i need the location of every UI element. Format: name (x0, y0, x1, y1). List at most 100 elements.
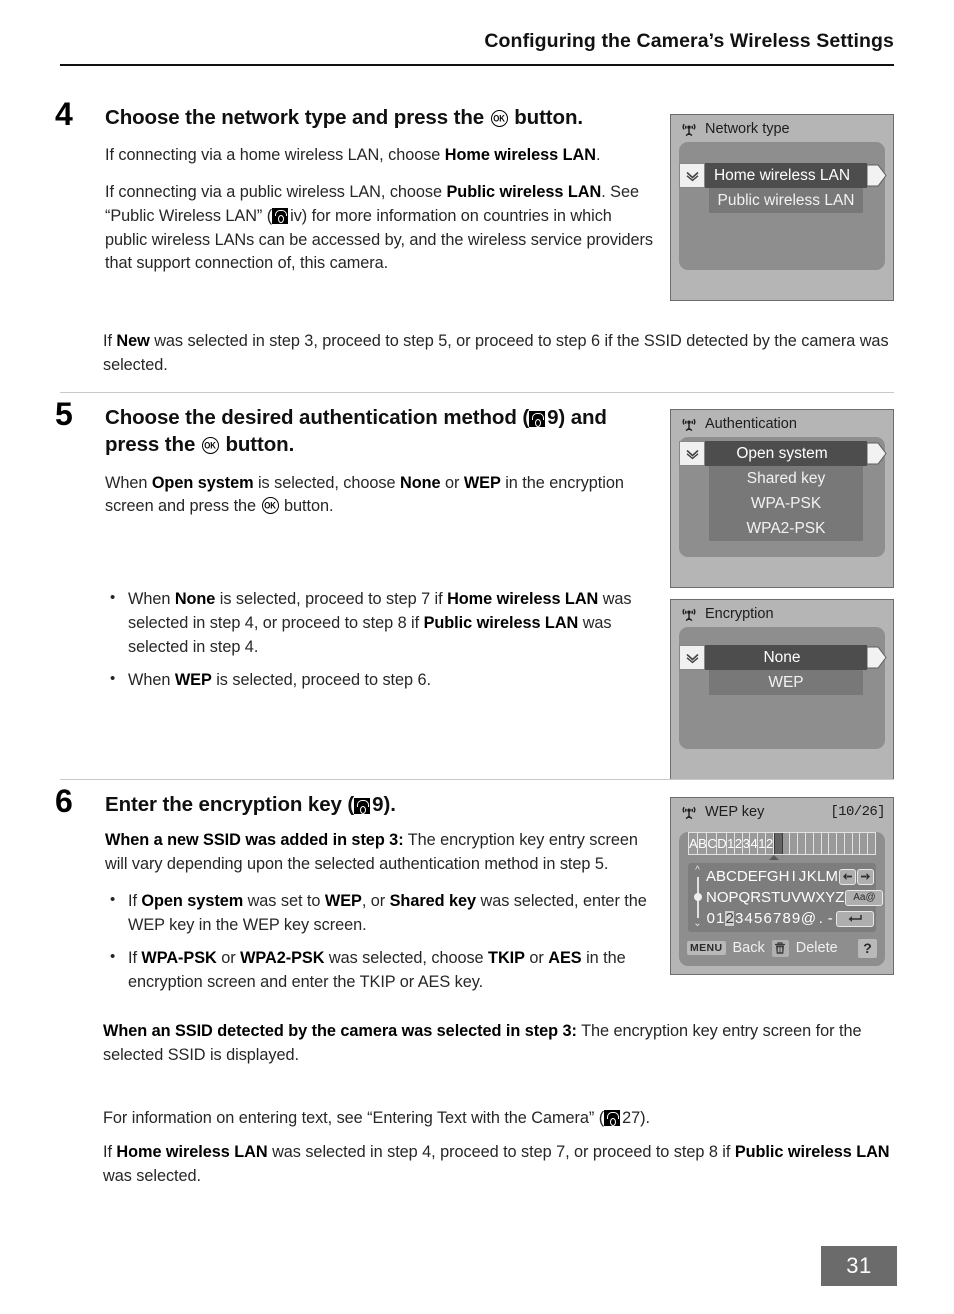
step-6-paragraph-3: For information on entering text, see “E… (103, 1107, 898, 1131)
keyboard-key-L[interactable]: L (817, 869, 826, 884)
keyboard-key-H[interactable]: H (779, 869, 790, 884)
trash-icon[interactable] (771, 939, 789, 957)
keyboard-key-Y[interactable]: Y (825, 890, 835, 905)
keyboard-key-C[interactable]: C (726, 869, 737, 884)
s6ta: Enter the encryption key ( (105, 793, 355, 816)
keyboard-key-P[interactable]: P (729, 890, 739, 905)
scroll-down-icon[interactable]: ⌄ (693, 919, 701, 929)
chevron-right-icon (867, 163, 887, 188)
step-6-number: 6 (55, 783, 73, 819)
step-5-title: Choose the desired authentication method… (105, 404, 655, 459)
s6p4e: was selected. (103, 1166, 201, 1185)
scroll-track[interactable] (693, 877, 702, 918)
s6p3ref: 27 (622, 1109, 641, 1127)
menu-button-chip[interactable]: MENU (687, 940, 726, 956)
wep-key-cell (837, 833, 845, 854)
step-5: 5 Choose the desired authentication meth… (55, 398, 655, 520)
keyboard-key-2[interactable]: 2 (724, 911, 735, 926)
wep-key-cell: 2 (766, 833, 774, 854)
keyboard-key-J[interactable]: J (798, 869, 807, 884)
help-button[interactable]: ? (858, 938, 877, 958)
keyboard-key-Q[interactable]: Q (739, 890, 751, 905)
s6b1e: , or (361, 891, 390, 910)
lcd-screen-authentication: Authentication Open system Shared key WP… (670, 409, 894, 588)
keyboard-key-@[interactable]: @ (801, 911, 816, 926)
wep-key-title: WEP key (705, 804, 765, 820)
wep-key-cell (860, 833, 869, 854)
keyboard-key-O[interactable]: O (717, 890, 729, 905)
menu-item-wpa2-psk[interactable]: WPA2-PSK (709, 516, 863, 541)
enter-key-icon[interactable] (836, 910, 875, 927)
keyboard-key-E[interactable]: E (748, 869, 758, 884)
s6b1a: If (128, 891, 142, 910)
keyboard-key-T[interactable]: T (771, 890, 780, 905)
wep-key-input[interactable]: ABCD123412 (688, 832, 876, 855)
reference-book-icon (354, 798, 371, 814)
keyboard-key-D[interactable]: D (737, 869, 748, 884)
keyboard-key-N[interactable]: N (706, 890, 717, 905)
keyboard-key-I[interactable]: I (789, 869, 798, 884)
keyboard-key-4[interactable]: 4 (744, 911, 753, 926)
s6p4c: was selected in step 4, proceed to step … (267, 1143, 735, 1161)
s6b2e: was selected, choose (324, 949, 489, 968)
keyboard-key-8[interactable]: 8 (782, 911, 791, 926)
keyboard-key-V[interactable]: V (791, 890, 801, 905)
keyboard-key-Z[interactable]: Z (835, 890, 844, 905)
menu-item-wep[interactable]: WEP (709, 670, 863, 695)
keyboard-key-W[interactable]: W (801, 890, 815, 905)
wep-key-cell (868, 833, 875, 854)
authentication-menu: Open system Shared key WPA-PSK WPA2-PSK (679, 437, 887, 541)
keyboard-key-G[interactable]: G (767, 869, 779, 884)
step-5-bullets: When None is selected, proceed to step 7… (105, 587, 655, 693)
keyboard-key-M[interactable]: M (826, 869, 839, 884)
keyboard-row-letters-2: N O P Q R S T U V W X Y Z Aa@ (690, 887, 884, 908)
step-4-title-part-b: button. (508, 106, 583, 129)
wireless-antenna-icon (680, 606, 698, 622)
keyboard-key-0[interactable]: 0 (706, 911, 715, 926)
scroll-up-icon[interactable]: ^ (695, 866, 700, 876)
cursor-left-icon[interactable] (839, 868, 856, 885)
s5b2a: When (128, 671, 175, 690)
keyboard-key-K[interactable]: K (807, 869, 817, 884)
s5p1e: or (440, 473, 464, 492)
delete-label[interactable]: Delete (796, 940, 838, 956)
network-type-title-bar: Network type (671, 115, 893, 142)
keyboard-key-9[interactable]: 9 (791, 911, 800, 926)
keyboard-key-B[interactable]: B (716, 869, 726, 884)
keyboard-key-7[interactable]: 7 (772, 911, 781, 926)
keyboard-key-U[interactable]: U (780, 890, 791, 905)
step-5-bullet-1: When None is selected, proceed to step 7… (105, 587, 655, 659)
keyboard-key-6[interactable]: 6 (763, 911, 772, 926)
back-label[interactable]: Back (733, 940, 765, 956)
wep-key-cell (845, 833, 853, 854)
menu-item-open-system[interactable]: Open system (679, 441, 887, 466)
menu-item-wpa-psk[interactable]: WPA-PSK (709, 491, 863, 516)
cursor-right-icon[interactable] (857, 868, 874, 885)
keyboard-key-S[interactable]: S (761, 890, 771, 905)
step-5-paragraph-1: When Open system is selected, choose Non… (105, 472, 655, 520)
menu-item-home-wireless-lan[interactable]: Home wireless LAN (679, 163, 887, 188)
menu-item-label: Shared key (746, 469, 826, 487)
keyboard-scrollbar[interactable]: ^ ⌄ (691, 866, 704, 929)
keyboard-key-X[interactable]: X (815, 890, 825, 905)
step-5-bullet-2: When WEP is selected, proceed to step 6. (105, 668, 655, 693)
keyboard-key-.[interactable]: . (816, 911, 825, 926)
s5tc: button. (219, 433, 295, 457)
wep-key-cell: 4 (750, 833, 759, 854)
keyboard-key-F[interactable]: F (758, 869, 767, 884)
scroll-thumb[interactable] (693, 892, 702, 901)
keyboard-key-3[interactable]: 3 (734, 911, 743, 926)
keyboard-key-R[interactable]: R (750, 890, 761, 905)
keyboard-row-letters-1: ABCDEFGHIJKLM (690, 866, 874, 887)
keyboard-key-1[interactable]: 1 (715, 911, 724, 926)
keyboard-key--[interactable]: - (826, 911, 835, 926)
s6b1f: Shared key (389, 891, 477, 910)
menu-item-shared-key[interactable]: Shared key (709, 466, 863, 491)
keyboard-key-A[interactable]: A (706, 869, 716, 884)
wep-key-cell: D (717, 833, 728, 854)
wep-key-cell: 1 (727, 833, 735, 854)
case-toggle-button[interactable]: Aa@ (845, 889, 884, 906)
keyboard-key-5[interactable]: 5 (753, 911, 762, 926)
menu-item-none[interactable]: None (679, 645, 887, 670)
menu-item-public-wireless-lan[interactable]: Public wireless LAN (709, 188, 863, 213)
